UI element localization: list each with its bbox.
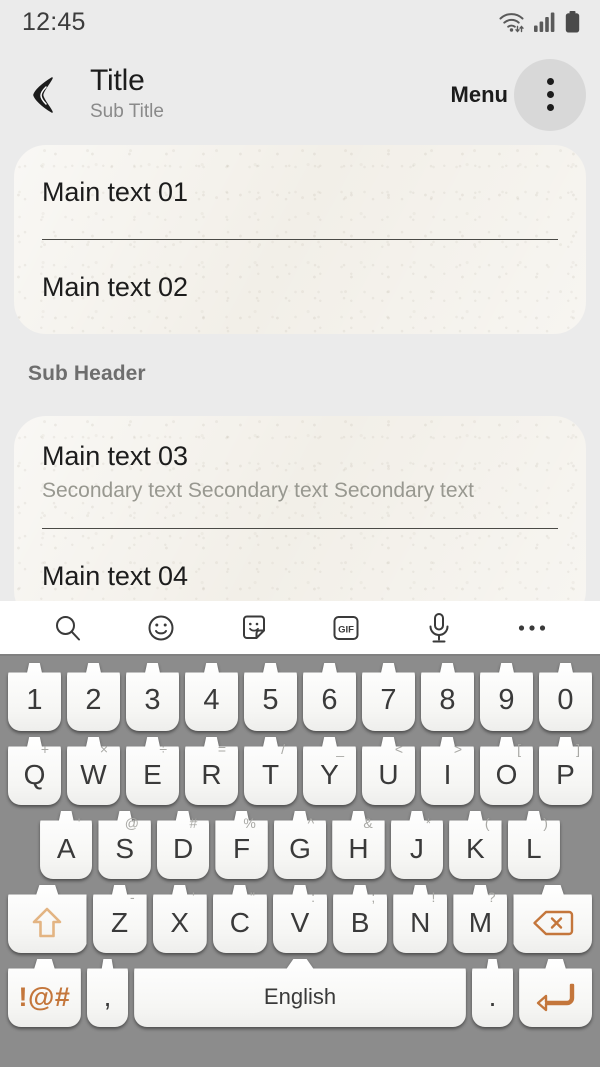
- key-3[interactable]: 3: [126, 663, 179, 731]
- list-item-main-text: Main text 03: [42, 441, 188, 472]
- key-q[interactable]: + Q: [8, 737, 61, 805]
- keyboard-toolbar: GIF: [0, 601, 600, 656]
- svg-text:GIF: GIF: [338, 624, 354, 635]
- period-key[interactable]: .: [471, 959, 514, 1027]
- gif-icon[interactable]: GIF: [321, 606, 371, 650]
- key-5[interactable]: 5: [244, 663, 297, 731]
- key-n[interactable]: ! N: [393, 885, 448, 953]
- keyboard-row-top: + Q × W ÷ E = R / T _ Y < U > I [O ] P: [4, 737, 596, 805]
- key-z[interactable]: -Z: [92, 885, 147, 953]
- key-f[interactable]: % F: [215, 811, 268, 879]
- key-g[interactable]: ^ G: [273, 811, 327, 879]
- status-bar-icons: [498, 11, 580, 33]
- search-icon[interactable]: [43, 606, 93, 650]
- comma-key[interactable]: ,: [86, 959, 129, 1027]
- list-item-main-text: Main text 01: [42, 176, 188, 207]
- key-m[interactable]: ? M: [453, 885, 508, 953]
- key-x[interactable]: ' X: [152, 885, 207, 953]
- key-k[interactable]: (K: [449, 811, 502, 879]
- app-bar: Title Sub Title Menu: [0, 44, 600, 145]
- signal-icon: [534, 12, 556, 32]
- status-bar: 12:45: [0, 0, 600, 44]
- key-1[interactable]: 1: [8, 663, 61, 731]
- key-a[interactable]: ' A: [40, 811, 93, 879]
- emoji-icon[interactable]: [136, 606, 186, 650]
- list-item-secondary-text: Secondary text Secondary text Secondary …: [42, 478, 474, 502]
- keyboard-row-home: ' A @ S # D % F ^ G & H * J (K ) L: [4, 811, 596, 879]
- status-time: 12:45: [22, 7, 86, 36]
- key-w[interactable]: × W: [67, 737, 120, 805]
- key-4[interactable]: 4: [185, 663, 238, 731]
- on-screen-keyboard[interactable]: GIF 1 2 3 4 5 6 7 8 9 0 + Q × W ÷ E = R …: [0, 601, 600, 1067]
- card-group-two: Main text 03 Secondary text Secondary te…: [14, 416, 586, 601]
- key-c[interactable]: " C: [212, 885, 267, 953]
- key-o[interactable]: [O: [480, 737, 533, 805]
- key-u[interactable]: < U: [362, 737, 415, 805]
- microphone-icon[interactable]: [414, 606, 464, 650]
- enter-key[interactable]: [519, 959, 592, 1027]
- list-item[interactable]: Main text 03 Secondary text Secondary te…: [14, 416, 586, 528]
- list-item-main-text: Main text 02: [42, 271, 188, 302]
- key-7[interactable]: 7: [362, 663, 415, 731]
- more-options-icon[interactable]: [507, 606, 557, 650]
- key-j[interactable]: * J: [390, 811, 444, 879]
- keyboard-row-bottom-letters: -Z ' X " C :V ; B ! N ? M: [4, 885, 596, 953]
- content-list[interactable]: Main text 01 Main text 02 Sub Header Mai…: [0, 145, 600, 601]
- key-e[interactable]: ÷ E: [126, 737, 179, 805]
- card-group-one: Main text 01 Main text 02: [14, 145, 586, 334]
- list-item[interactable]: Main text 04: [14, 529, 586, 601]
- app-bar-titles: Title Sub Title: [90, 65, 451, 123]
- list-item-main-text: Main text 04: [42, 560, 188, 591]
- key-v[interactable]: :V: [272, 885, 328, 953]
- key-s[interactable]: @ S: [98, 811, 151, 879]
- key-i[interactable]: > I: [421, 737, 474, 805]
- back-arrow-icon[interactable]: [22, 72, 68, 118]
- key-2[interactable]: 2: [67, 663, 120, 731]
- list-item[interactable]: Main text 02: [14, 240, 586, 334]
- sub-header: Sub Header: [28, 362, 146, 385]
- phone-screen: 12:45 Title Sub Title Menu Main text 01 …: [0, 0, 600, 1067]
- shift-key[interactable]: [8, 885, 87, 953]
- key-h[interactable]: & H: [332, 811, 385, 879]
- keyboard-rows: 1 2 3 4 5 6 7 8 9 0 + Q × W ÷ E = R / T _ Y < U…: [0, 656, 600, 1035]
- key-p[interactable]: ] P: [539, 737, 592, 805]
- sticker-icon[interactable]: [229, 606, 279, 650]
- wifi-icon: [498, 11, 525, 33]
- key-8[interactable]: 8: [421, 663, 474, 731]
- battery-icon: [565, 11, 580, 33]
- page-title: Title: [90, 64, 145, 98]
- key-l[interactable]: ) L: [507, 811, 560, 879]
- backspace-key[interactable]: [513, 885, 592, 953]
- three-dots-glyph: [546, 78, 554, 111]
- keyboard-row-numbers: 1 2 3 4 5 6 7 8 9 0: [4, 663, 596, 731]
- symbols-key[interactable]: !@#: [8, 959, 81, 1027]
- key-0[interactable]: 0: [539, 663, 592, 731]
- key-t[interactable]: / T: [244, 737, 297, 805]
- page-subtitle: Sub Title: [90, 100, 164, 122]
- menu-button[interactable]: Menu: [451, 82, 508, 108]
- key-6[interactable]: 6: [303, 663, 356, 731]
- overflow-menu-icon[interactable]: [514, 58, 586, 131]
- keyboard-row-function: !@# , English .: [4, 959, 596, 1027]
- key-9[interactable]: 9: [480, 663, 533, 731]
- list-item[interactable]: Main text 01: [14, 145, 586, 239]
- key-d[interactable]: # D: [156, 811, 210, 879]
- space-key[interactable]: English: [134, 959, 466, 1027]
- key-y[interactable]: _ Y: [303, 737, 356, 805]
- key-b[interactable]: ; B: [333, 885, 388, 953]
- key-r[interactable]: = R: [185, 737, 238, 805]
